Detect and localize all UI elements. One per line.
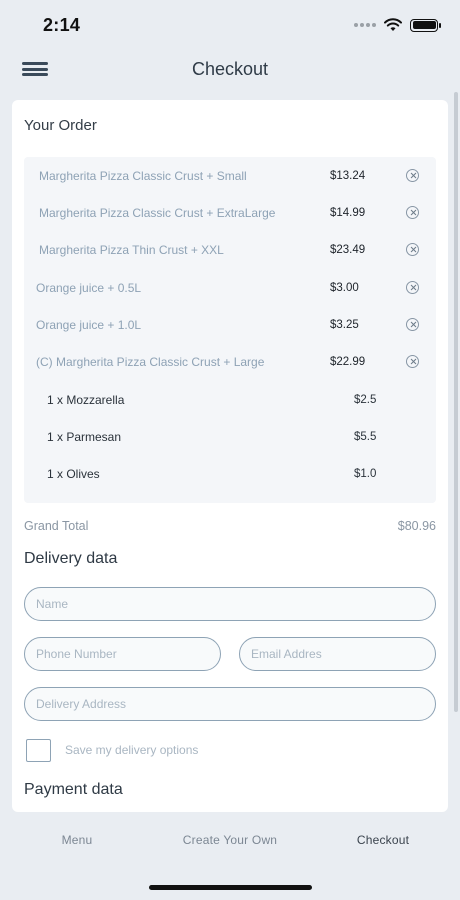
signal-icon — [354, 23, 376, 27]
order-item: Orange juice + 1.0L $3.25 — [24, 306, 436, 343]
order-item-name: Margherita Pizza Thin Crust + XXL — [39, 242, 224, 257]
delivery-section-title: Delivery data — [24, 550, 118, 567]
remove-item-icon[interactable] — [406, 243, 419, 256]
order-item-name: Orange juice + 0.5L — [36, 280, 142, 295]
order-item-price: $3.25 — [330, 318, 359, 331]
scrollbar[interactable] — [454, 92, 458, 712]
tab-create-your-own[interactable]: Create Your Own — [168, 833, 292, 847]
phone-input[interactable] — [24, 637, 221, 671]
grand-total-label: Grand Total — [24, 519, 89, 533]
remove-item-icon[interactable] — [406, 355, 419, 368]
topping-price: $1.0 — [354, 467, 377, 480]
status-bar: 2:14 — [0, 0, 460, 50]
order-item: Margherita Pizza Classic Crust + ExtraLa… — [24, 194, 436, 231]
order-item: Margherita Pizza Thin Crust + XXL $23.49 — [24, 231, 436, 268]
remove-item-icon[interactable] — [406, 318, 419, 331]
topping-price: $5.5 — [354, 430, 377, 443]
order-list: Margherita Pizza Classic Crust + Small $… — [24, 157, 436, 503]
order-item-price: $3.00 — [330, 281, 359, 294]
topping-name: 1 x Olives — [47, 466, 100, 481]
topping-name: 1 x Mozzarella — [47, 392, 125, 407]
battery-icon — [410, 18, 441, 32]
remove-item-icon[interactable] — [406, 281, 419, 294]
tab-menu[interactable]: Menu — [46, 833, 108, 847]
topping-row: 1 x Parmesan $5.5 — [24, 418, 436, 455]
page-title: Checkout — [191, 59, 269, 79]
save-delivery-label: Save my delivery options — [65, 743, 199, 757]
topping-price: $2.5 — [354, 393, 377, 406]
home-indicator — [149, 885, 312, 890]
remove-item-icon[interactable] — [406, 206, 419, 219]
email-input[interactable] — [239, 637, 436, 671]
order-item-price: $13.24 — [330, 169, 366, 182]
app-header: Checkout — [0, 50, 460, 90]
topping-name: 1 x Parmesan — [47, 429, 122, 444]
topping-row: 1 x Mozzarella $2.5 — [24, 381, 436, 418]
order-item: Orange juice + 0.5L $3.00 — [24, 269, 436, 306]
delivery-address-input[interactable] — [24, 687, 436, 721]
order-item-name: Margherita Pizza Classic Crust + ExtraLa… — [39, 205, 276, 220]
tab-checkout[interactable]: Checkout — [345, 833, 421, 847]
order-heading: Your Order — [24, 117, 97, 134]
order-item: Margherita Pizza Classic Crust + Small $… — [24, 157, 436, 194]
order-item-price: $23.49 — [330, 243, 366, 256]
bottom-tab-bar: Menu Create Your Own Checkout — [0, 812, 460, 867]
status-icons — [354, 18, 441, 32]
order-item-price: $14.99 — [330, 206, 366, 219]
wifi-icon — [384, 18, 402, 31]
grand-total-value: $80.96 — [397, 519, 436, 533]
name-input[interactable] — [24, 587, 436, 621]
checkout-card: Your Order Margherita Pizza Classic Crus… — [12, 100, 448, 812]
order-item-name: (C) Margherita Pizza Classic Crust + Lar… — [36, 354, 265, 369]
order-item-name: Orange juice + 1.0L — [36, 317, 142, 332]
status-time: 2:14 — [43, 15, 81, 35]
order-item-name: Margherita Pizza Classic Crust + Small — [39, 168, 247, 183]
remove-item-icon[interactable] — [406, 169, 419, 182]
save-delivery-checkbox[interactable] — [26, 739, 51, 762]
grand-total: Grand Total $80.96 — [24, 519, 436, 533]
topping-row: 1 x Olives $1.0 — [24, 455, 436, 492]
order-item-price: $22.99 — [330, 355, 366, 368]
payment-section-title: Payment data — [24, 781, 123, 798]
order-item: (C) Margherita Pizza Classic Crust + Lar… — [24, 343, 436, 380]
